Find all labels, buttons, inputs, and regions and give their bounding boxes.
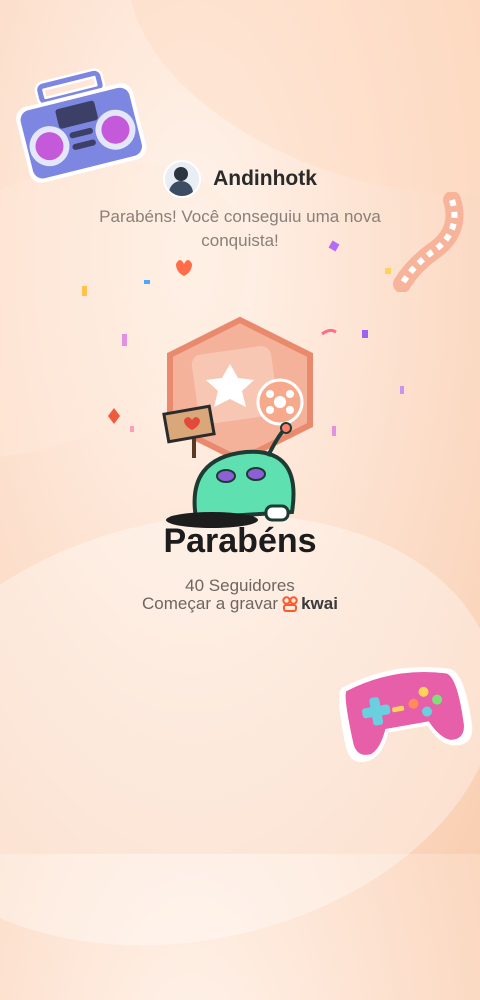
followers-count: 40 Seguidores [185,576,295,595]
achievement-title: Parabéns [163,522,317,560]
record-row[interactable]: Começar a gravar kwai [0,594,480,614]
kwai-icon [282,596,298,612]
profile-header: Andinhotk [0,160,480,198]
kwai-logo: kwai [282,594,338,614]
achievement-badge [162,316,313,528]
gamepad-icon [339,667,473,763]
username: Andinhotk [213,167,317,190]
avatar[interactable] [163,160,202,198]
kwai-brand: kwai [301,594,338,613]
record-label: Começar a gravar [142,594,279,613]
